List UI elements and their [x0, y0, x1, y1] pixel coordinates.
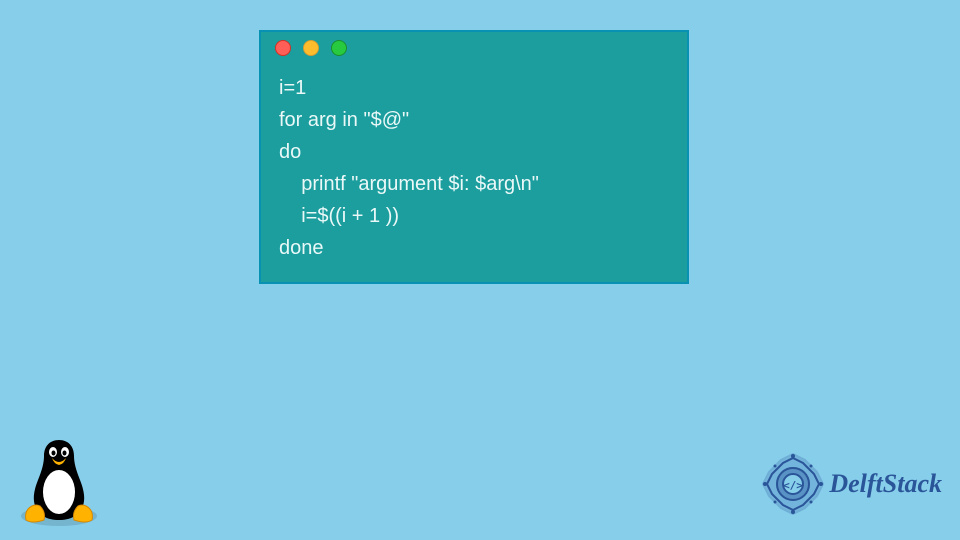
tux-logo-icon	[14, 428, 104, 528]
code-block: i=1 for arg in "$@" do printf "argument …	[261, 64, 687, 282]
code-line: do	[279, 136, 669, 168]
minimize-icon	[303, 40, 319, 56]
code-line: i=1	[279, 72, 669, 104]
delftstack-logo-icon: </>	[761, 452, 825, 516]
close-icon	[275, 40, 291, 56]
code-line: i=$((i + 1 ))	[279, 200, 669, 232]
svg-text:</>: </>	[783, 479, 803, 492]
terminal-window: i=1 for arg in "$@" do printf "argument …	[259, 30, 689, 284]
brand-name: DelftStack	[829, 469, 942, 499]
brand-footer: </> DelftStack	[761, 452, 942, 516]
code-line: done	[279, 232, 669, 264]
title-bar	[261, 32, 687, 64]
code-line: printf "argument $i: $arg\n"	[279, 168, 669, 200]
code-line: for arg in "$@"	[279, 104, 669, 136]
maximize-icon	[331, 40, 347, 56]
